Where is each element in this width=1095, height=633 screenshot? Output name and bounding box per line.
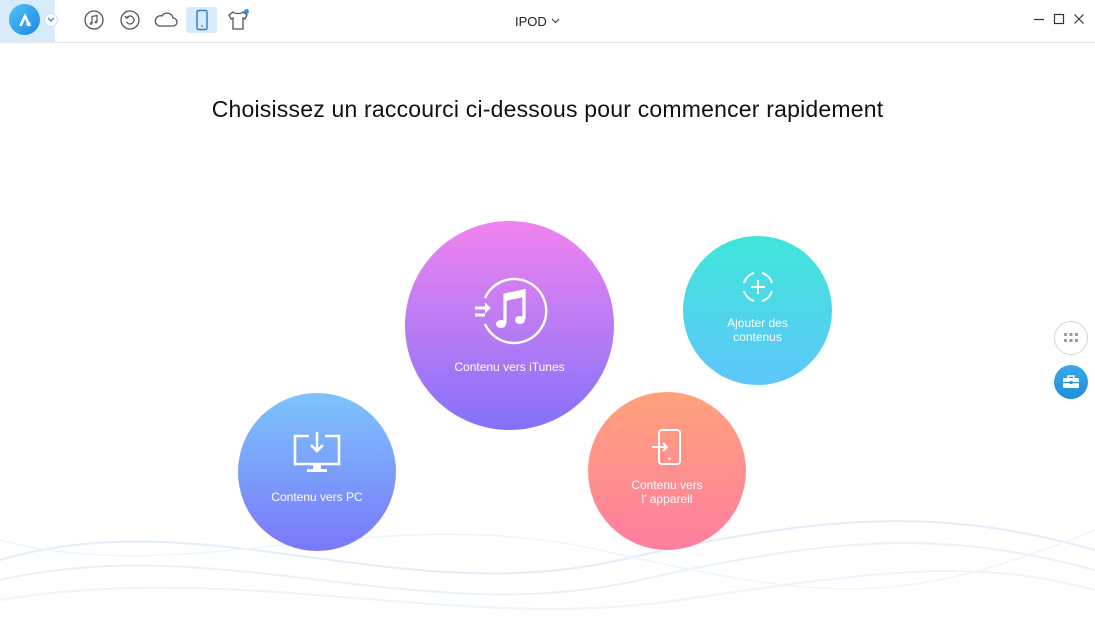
grid-view-button[interactable] [1054, 321, 1088, 355]
grid-icon [1064, 333, 1078, 342]
add-content-button[interactable]: Ajouter des contenus [683, 236, 832, 385]
monitor-download-icon [293, 432, 341, 472]
app-menu[interactable] [0, 0, 57, 42]
phone-import-icon [652, 429, 681, 465]
restore-icon[interactable] [115, 7, 145, 33]
content-to-itunes-button[interactable]: Contenu vers iTunes [405, 221, 614, 430]
app-logo-icon[interactable] [9, 4, 40, 35]
minimize-icon[interactable] [1031, 11, 1047, 27]
chevron-down-icon[interactable] [45, 14, 57, 26]
title-bar: IPOD [0, 0, 1095, 43]
toolbox-icon [1063, 375, 1079, 388]
music-icon[interactable] [79, 7, 109, 33]
shortcut-label: Ajouter des contenus [727, 315, 788, 344]
shortcut-label: Contenu vers iTunes [454, 359, 565, 374]
add-content-icon [742, 271, 773, 302]
cloud-icon[interactable] [151, 7, 181, 33]
toolbox-button[interactable] [1054, 365, 1088, 399]
content-to-device-button[interactable]: Contenu vers l’ appareil [588, 392, 746, 550]
device-icon[interactable] [186, 7, 217, 33]
maximize-icon[interactable] [1051, 11, 1067, 27]
background-waves [0, 520, 1095, 610]
page-title: Choisissez un raccourci ci-dessous pour … [211, 96, 884, 122]
chevron-down-icon [551, 18, 560, 24]
shortcut-label: Contenu vers PC [271, 490, 363, 504]
content-to-pc-button[interactable]: Contenu vers PC [238, 393, 396, 551]
tshirt-icon[interactable] [223, 7, 253, 33]
close-icon[interactable] [1071, 11, 1087, 27]
device-name: IPOD [515, 13, 547, 29]
shortcut-label: Contenu vers l’ appareil [631, 478, 703, 506]
transfer-to-music-icon [474, 277, 547, 344]
device-selector[interactable]: IPOD [515, 12, 560, 30]
